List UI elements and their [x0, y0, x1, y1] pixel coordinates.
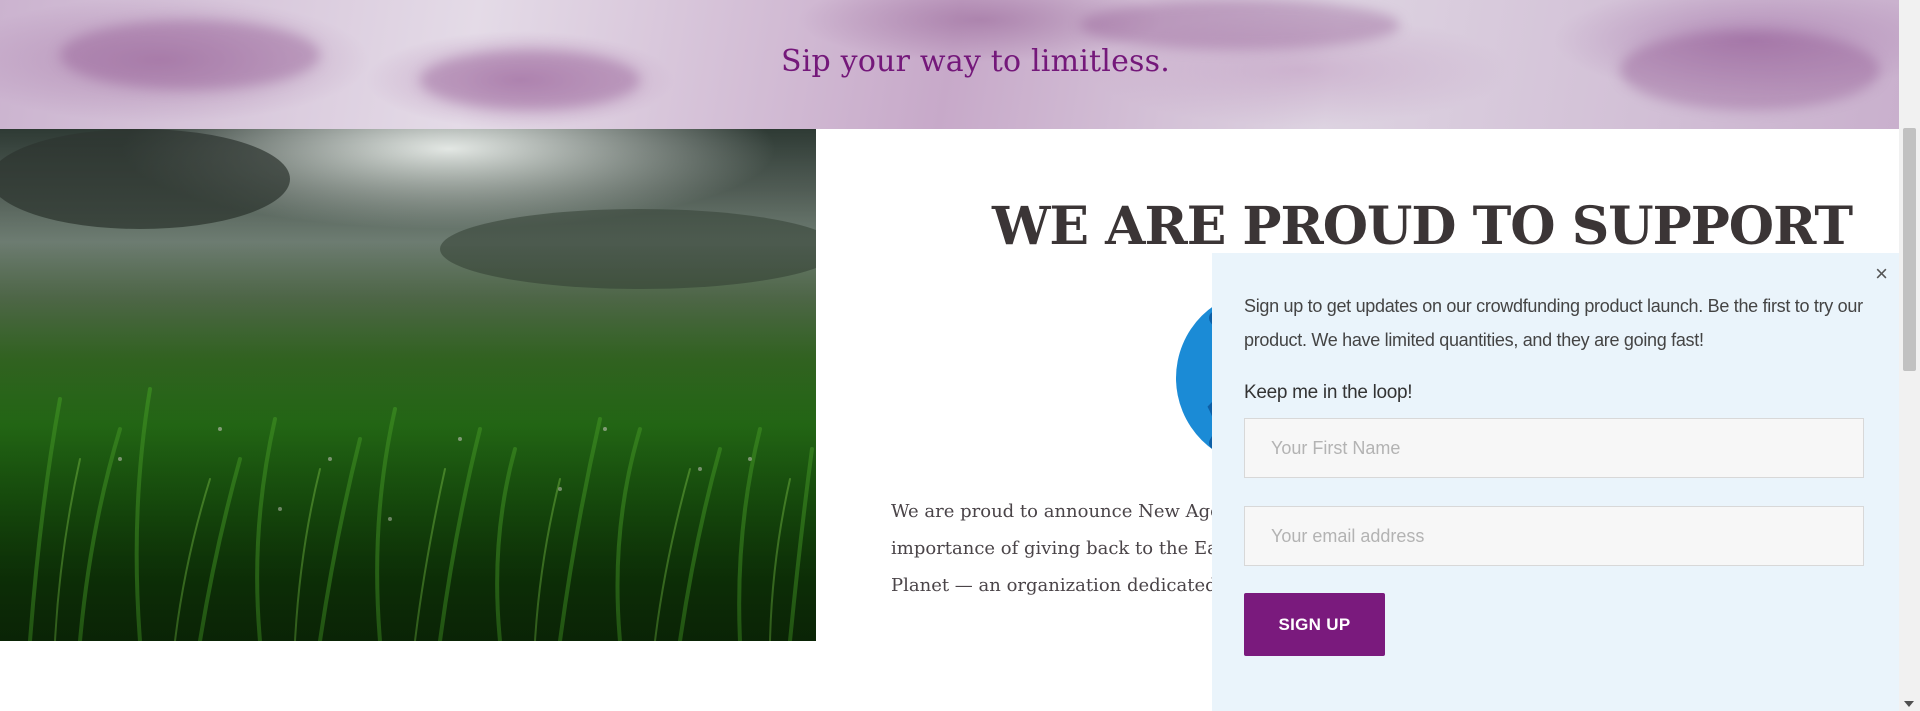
body-line: importance of giving back to the Eart	[891, 538, 1234, 559]
page-scrollbar[interactable]	[1899, 0, 1920, 711]
close-icon[interactable]: ×	[1875, 263, 1888, 285]
first-name-input[interactable]	[1244, 418, 1864, 478]
signup-popup: × Sign up to get updates on our crowdfun…	[1212, 253, 1899, 711]
scrollbar-thumb[interactable]	[1903, 128, 1916, 371]
chevron-down-icon[interactable]	[1904, 701, 1914, 707]
popup-description: Sign up to get updates on our crowdfundi…	[1244, 296, 1863, 350]
hero-tagline: Sip your way to limitless.	[781, 44, 1170, 79]
grass-photo	[0, 129, 816, 641]
hero-texture	[60, 20, 320, 90]
hero-texture	[1620, 30, 1880, 110]
body-text: We are proud to announce New Age D impor…	[891, 493, 1241, 604]
popup-label: Keep me in the loop!	[1244, 382, 1413, 403]
section-heading: WE ARE PROUD TO SUPPORT	[992, 196, 1853, 257]
sign-up-button[interactable]: SIGN UP	[1244, 593, 1385, 656]
hero-banner: Sip your way to limitless.	[0, 0, 1899, 129]
body-line: We are proud to announce New Age D	[891, 501, 1241, 522]
hero-texture	[420, 50, 640, 110]
email-input[interactable]	[1244, 506, 1864, 566]
body-line: Planet — an organization dedicated t	[891, 575, 1230, 596]
hero-texture	[1080, 0, 1400, 50]
